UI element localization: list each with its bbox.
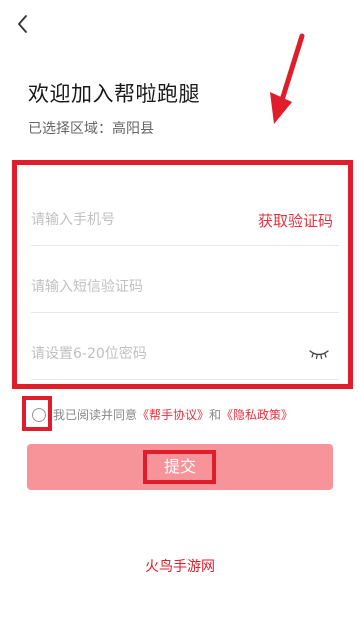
phone-input[interactable] (31, 208, 241, 232)
checkbox-highlight-box (22, 396, 52, 431)
password-field (31, 328, 339, 380)
sms-code-input[interactable] (31, 275, 241, 299)
agreement-prefix: 我已阅读并同意 (53, 408, 138, 422)
form-highlight-box: 获取验证码 (12, 160, 353, 389)
helper-agreement-link[interactable]: 《帮手协议》 (137, 408, 209, 422)
watermark: 火鸟手游网 (145, 559, 215, 575)
privacy-policy-link[interactable]: 《隐私政策》 (221, 408, 293, 422)
annotation-arrow (270, 33, 305, 124)
selected-region: 已选择区域：高阳县 (28, 121, 154, 137)
page-title: 欢迎加入帮啦跑腿 (28, 82, 200, 106)
password-input[interactable] (31, 342, 241, 366)
sms-code-field (31, 261, 339, 313)
phone-field: 获取验证码 (31, 194, 339, 246)
agreement-checkbox[interactable] (32, 408, 46, 422)
chevron-left-icon (18, 15, 27, 33)
get-code-button[interactable]: 获取验证码 (258, 210, 333, 231)
agreement-and: 和 (209, 408, 222, 422)
submit-highlight-box (143, 450, 216, 484)
back-button[interactable] (12, 10, 36, 38)
agreement-text: 我已阅读并同意《帮手协议》和《隐私政策》 (53, 406, 293, 423)
eye-closed-icon[interactable] (309, 348, 329, 360)
